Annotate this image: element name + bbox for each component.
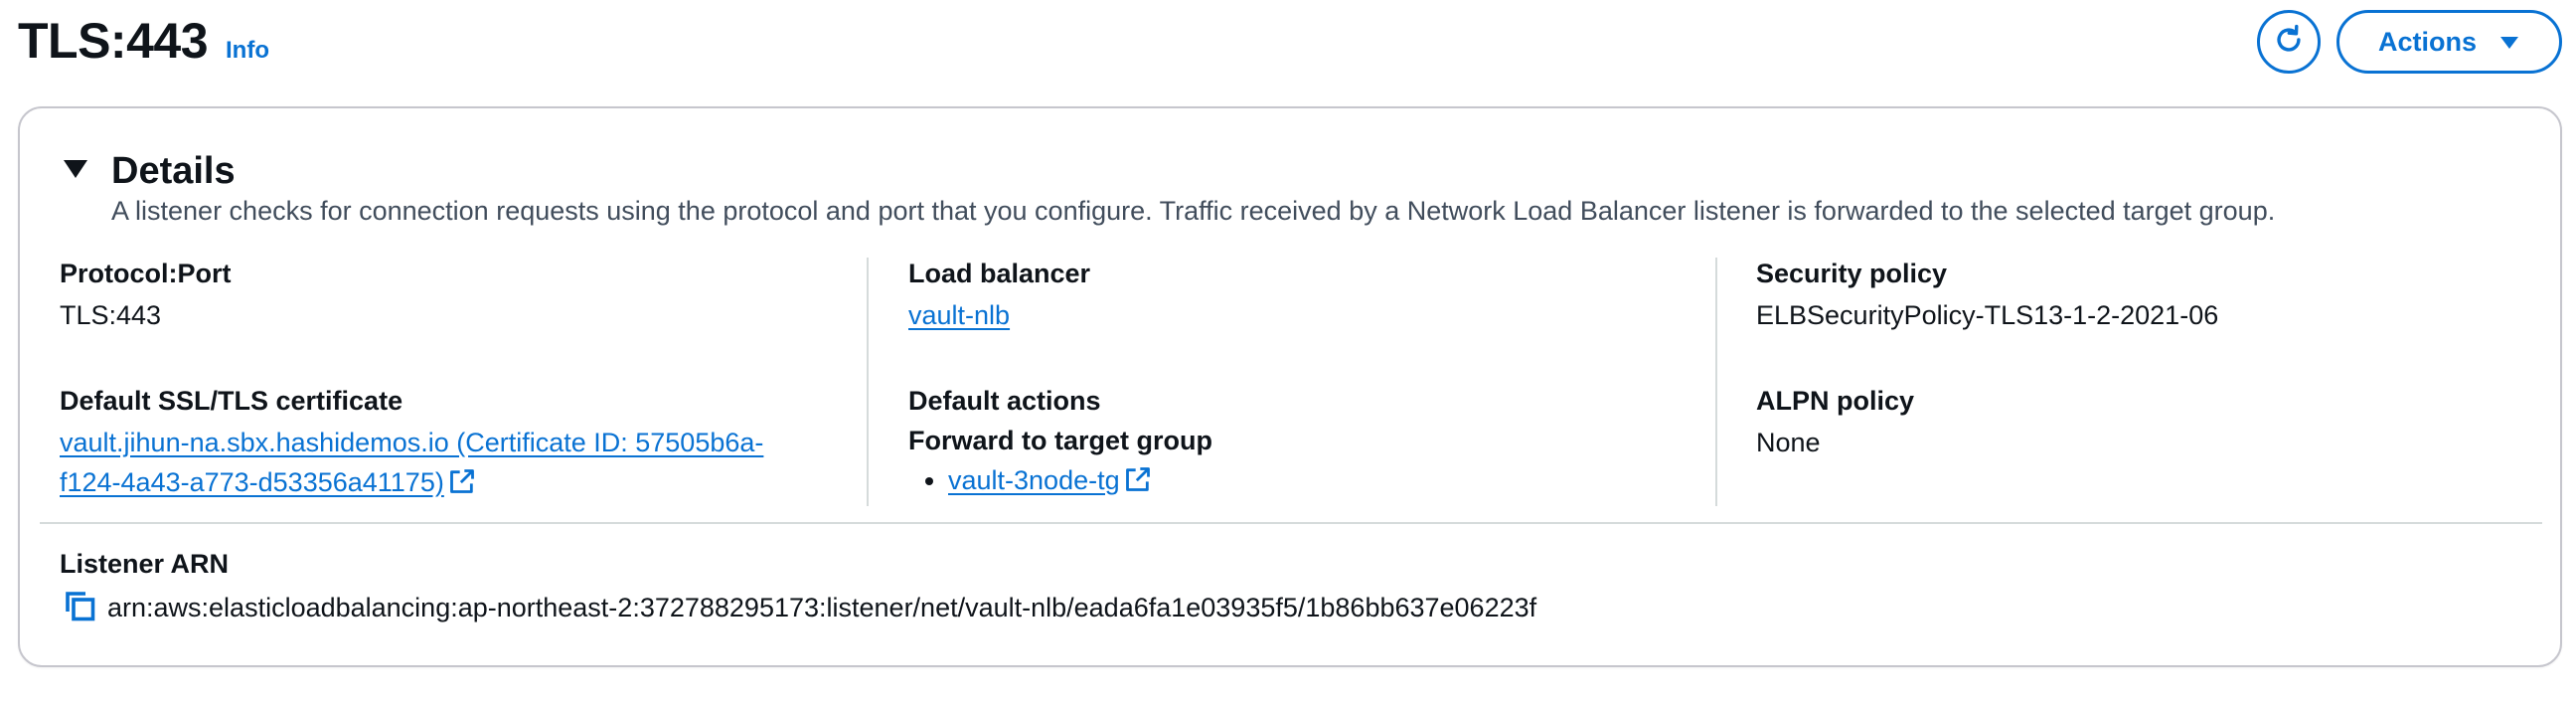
alpn-policy-field: ALPN policy None	[1756, 383, 2551, 462]
security-policy-label: Security policy	[1756, 259, 1948, 288]
certificate-link-line1: vault.jihun-na.sbx.hashidemos.io (Certif…	[60, 428, 764, 457]
certificate-field: Default SSL/TLS certificate vault.jihun-…	[60, 383, 865, 506]
external-link-icon[interactable]	[1124, 464, 1152, 504]
load-balancer-field: Load balancer vault-nlb	[908, 256, 1703, 335]
listener-arn-row: arn:aws:elasticloadbalancing:ap-northeas…	[60, 588, 1536, 627]
details-column-2: Load balancer vault-nlb Default actions …	[908, 256, 1703, 504]
load-balancer-value: vault-nlb	[908, 295, 1703, 335]
default-actions-label: Default actions	[908, 386, 1101, 416]
actions-button[interactable]: Actions	[2336, 10, 2562, 74]
page-title: TLS:443	[18, 13, 209, 69]
protocol-port-value: TLS:443	[60, 300, 162, 330]
listener-arn-field: Listener ARN arn:aws:elasticloadbalancin…	[60, 546, 1536, 627]
certificate-link-line2: f124-4a43-a773-d53356a41175)	[60, 467, 444, 497]
forward-target-group-label: Forward to target group	[908, 426, 1212, 455]
details-expand-toggle[interactable]: Details	[62, 150, 236, 193]
details-column-3: Security policy ELBSecurityPolicy-TLS13-…	[1756, 256, 2551, 504]
external-link-icon[interactable]	[448, 466, 476, 506]
target-group-link[interactable]: vault-3node-tg	[948, 465, 1120, 495]
column-divider	[867, 258, 869, 506]
security-policy-field: Security policy ELBSecurityPolicy-TLS13-…	[1756, 256, 2551, 335]
default-actions-field: Default actions Forward to target group …	[908, 383, 1703, 504]
certificate-label: Default SSL/TLS certificate	[60, 386, 403, 416]
certificate-link[interactable]: vault.jihun-na.sbx.hashidemos.io (Certif…	[60, 428, 763, 497]
load-balancer-link[interactable]: vault-nlb	[908, 300, 1010, 330]
listener-arn-value: arn:aws:elasticloadbalancing:ap-northeas…	[107, 592, 1537, 622]
load-balancer-label: Load balancer	[908, 259, 1091, 288]
listener-arn-label: Listener ARN	[60, 549, 230, 579]
details-container: Details A listener checks for connection…	[18, 106, 2562, 667]
protocol-port-label: Protocol:Port	[60, 259, 232, 288]
certificate-value: vault.jihun-na.sbx.hashidemos.io (Certif…	[60, 423, 865, 506]
protocol-port-field: Protocol:Port TLS:443	[60, 256, 865, 335]
list-item: vault-3node-tg	[948, 460, 1703, 504]
target-group-list: vault-3node-tg	[908, 460, 1703, 504]
refresh-icon	[2272, 23, 2306, 62]
security-policy-value: ELBSecurityPolicy-TLS13-1-2-2021-06	[1756, 300, 2219, 330]
copy-arn-button[interactable]	[60, 588, 99, 627]
details-heading: Details	[111, 150, 236, 192]
caret-down-icon	[2498, 27, 2520, 58]
actions-button-label: Actions	[2377, 26, 2477, 57]
row-divider	[40, 522, 2542, 524]
page-header: TLS:443 Info	[18, 12, 269, 70]
alpn-policy-value: None	[1756, 428, 1821, 457]
details-column-1: Protocol:Port TLS:443 Default SSL/TLS ce…	[60, 256, 865, 504]
details-description: A listener checks for connection request…	[111, 196, 2276, 226]
refresh-button[interactable]	[2257, 10, 2321, 74]
column-divider	[1715, 258, 1717, 506]
info-link[interactable]: Info	[226, 37, 269, 65]
triangle-down-icon	[62, 158, 89, 185]
copy-icon	[62, 588, 97, 628]
alpn-policy-label: ALPN policy	[1756, 386, 1915, 416]
